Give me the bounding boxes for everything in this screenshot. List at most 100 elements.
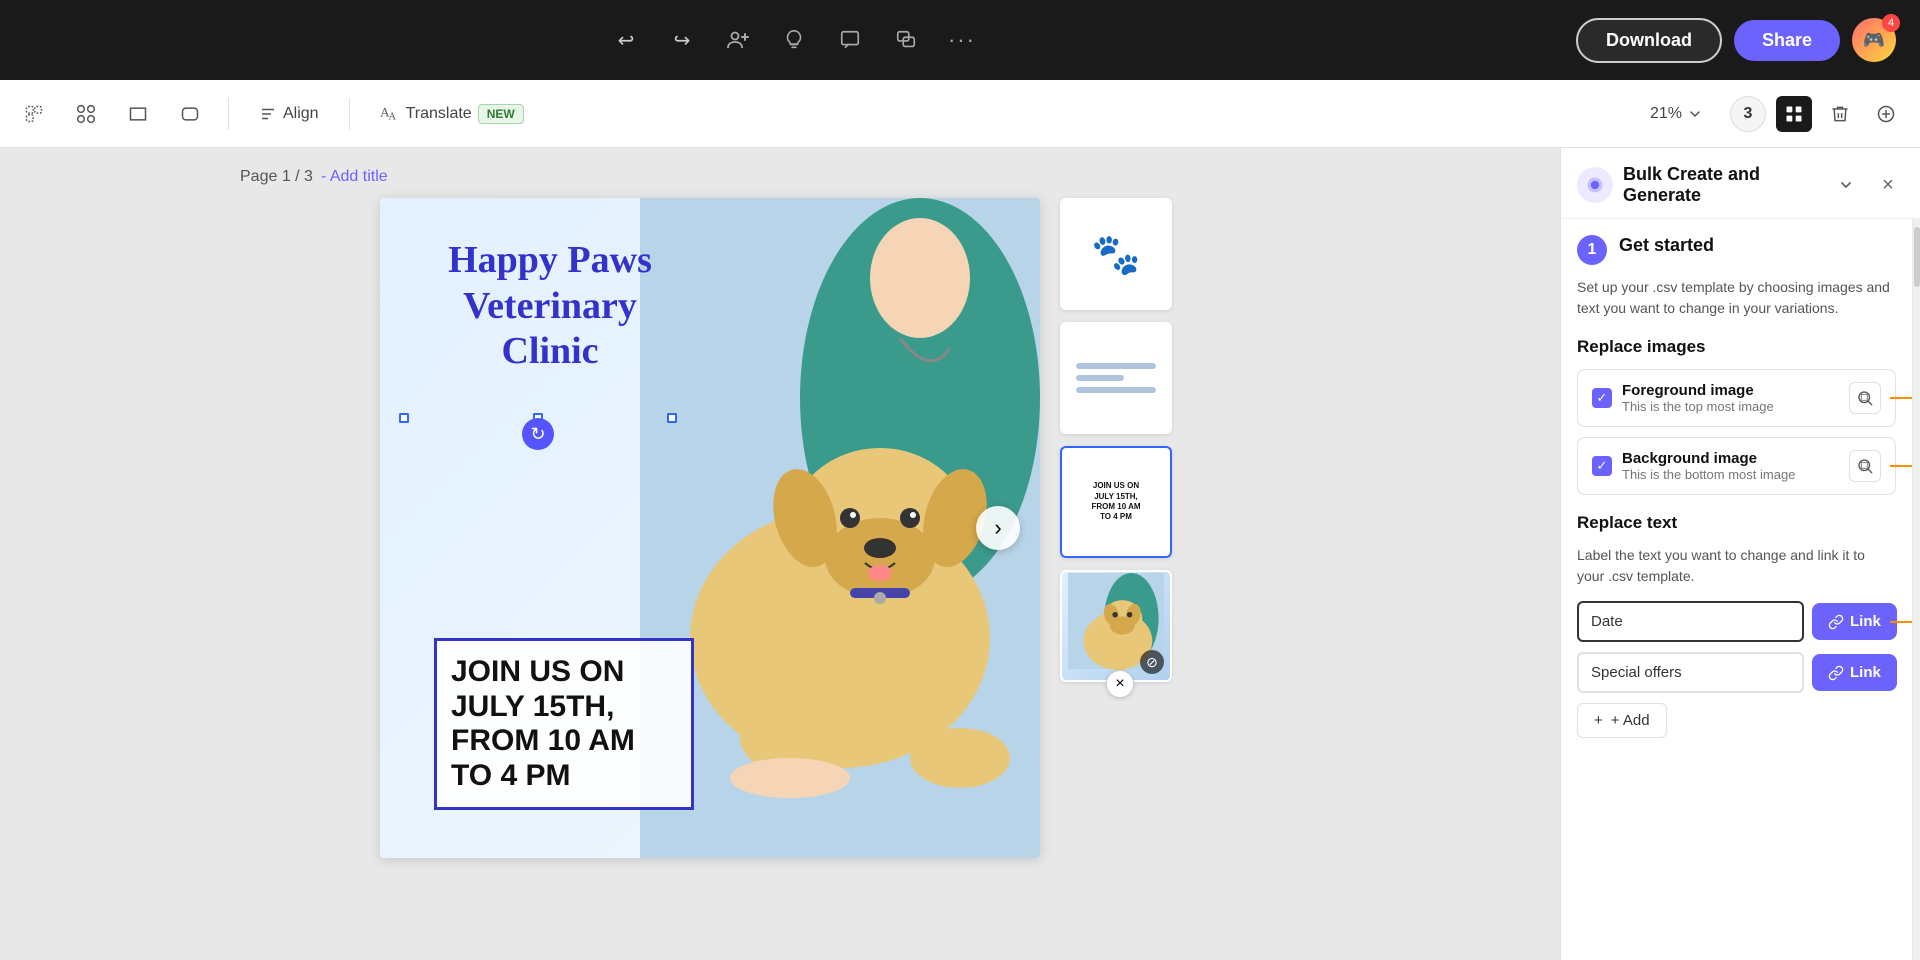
undo-button[interactable]: ↩	[606, 20, 646, 60]
select-icon	[24, 104, 44, 124]
thumb-line-2	[1076, 375, 1124, 381]
page-label: Page 1 / 3 - Add title	[240, 168, 388, 186]
step-header: 1 Get started	[1577, 235, 1896, 265]
background-row-wrapper: ✓ Background image This is the bottom mo…	[1577, 437, 1896, 495]
foreground-search-button[interactable]	[1849, 382, 1881, 414]
clinic-line3: Clinic	[410, 329, 690, 375]
special-offers-row: Link	[1577, 652, 1896, 693]
search-image-icon	[1856, 389, 1874, 407]
background-title: Background image	[1622, 450, 1839, 467]
thumb-mini-content: JOIN US ONJULY 15TH,FROM 10 AMTO 4 PM	[1087, 477, 1144, 527]
delete-button[interactable]	[1822, 96, 1858, 132]
thumbnail-sidebar: 🐾 JOIN US ONJULY 15TH,FROM 10 AMTO 4 PM	[1060, 198, 1180, 682]
align-button[interactable]: Align	[249, 99, 329, 129]
translate-button[interactable]: A A Translate NEW	[370, 98, 534, 130]
comment-button[interactable]	[830, 20, 870, 60]
thumbnail-3[interactable]: JOIN US ONJULY 15TH,FROM 10 AMTO 4 PM	[1060, 446, 1172, 558]
event-line4: TO 4 PM	[451, 759, 570, 792]
canvas-area: Page 1 / 3 - Add title	[0, 148, 1560, 960]
grid-view-button[interactable]	[1776, 96, 1812, 132]
align-label: Align	[283, 105, 319, 123]
translate-icon: A A	[380, 105, 400, 123]
select-tool-button[interactable]	[16, 96, 52, 132]
panel-title: Bulk Create and Generate	[1623, 164, 1820, 206]
comment-icon	[839, 29, 861, 51]
clinic-title: Happy Paws Veterinary Clinic	[410, 238, 690, 375]
thumbnail-1[interactable]: 🐾	[1060, 198, 1172, 310]
special-offers-input[interactable]	[1577, 652, 1804, 693]
step-title-block: Get started	[1619, 235, 1714, 256]
rotate-handle[interactable]: ↻	[522, 418, 554, 450]
thumbnail-2[interactable]	[1060, 322, 1172, 434]
arrow-a-line	[1890, 397, 1912, 399]
foreground-image-row: ✓ Foreground image This is the top most …	[1577, 369, 1896, 427]
annotation-a: A	[1890, 389, 1912, 407]
rounded-rect-icon	[180, 104, 200, 124]
replace-text-title: Replace text	[1577, 513, 1896, 533]
more-options-button[interactable]: ···	[942, 20, 982, 60]
handle-mr[interactable]	[667, 413, 677, 423]
download-button[interactable]: Download	[1576, 18, 1722, 63]
link-icon-2	[1828, 665, 1844, 681]
handle-ml[interactable]	[399, 413, 409, 423]
lightbulb-icon	[783, 29, 805, 51]
panel-scroll[interactable]: 1 Get started Set up your .csv template …	[1561, 219, 1912, 960]
event-line3: FROM 10 AM	[451, 724, 635, 757]
circle-elements-icon	[76, 104, 96, 124]
right-panel: Bulk Create and Generate × 1 Get started…	[1560, 148, 1920, 960]
background-search-button[interactable]	[1849, 450, 1881, 482]
add-title-text[interactable]: - Add title	[321, 168, 388, 186]
add-text-button[interactable]: + + Add	[1577, 703, 1667, 738]
arrow-c-line	[1890, 621, 1912, 623]
foreground-sub: This is the top most image	[1622, 399, 1839, 414]
toolbar: Align A A Translate NEW 21% 3	[0, 80, 1920, 148]
elements-button[interactable]	[68, 96, 104, 132]
zoom-control[interactable]: 21%	[1638, 99, 1714, 129]
panel-collapse-button[interactable]	[1830, 169, 1862, 201]
more-icon: ···	[948, 27, 976, 53]
add-page-button[interactable]	[1868, 96, 1904, 132]
foreground-title: Foreground image	[1622, 382, 1839, 399]
panel-header: Bulk Create and Generate ×	[1561, 148, 1920, 219]
background-checkbox[interactable]: ✓	[1592, 456, 1612, 476]
page-indicator[interactable]: 3	[1730, 96, 1766, 132]
clinic-line2: Veterinary	[410, 284, 690, 330]
main-canvas: Happy Paws Veterinary Clinic	[380, 198, 1040, 858]
date-input[interactable]	[1577, 601, 1804, 642]
undo-icon: ↩	[618, 28, 635, 53]
rect-tool-button[interactable]	[120, 96, 156, 132]
panel-close-button[interactable]: ×	[1872, 169, 1904, 201]
event-line2: JULY 15TH,	[451, 690, 614, 723]
chevron-down-panel-icon	[1838, 177, 1854, 193]
add-icon-text: +	[1594, 712, 1603, 729]
foreground-checkbox[interactable]: ✓	[1592, 388, 1612, 408]
event-line1: JOIN US ON	[451, 655, 624, 688]
panel-header-icon	[1577, 167, 1613, 203]
next-page-button[interactable]: ›	[976, 506, 1020, 550]
add-collaborator-button[interactable]	[718, 20, 758, 60]
clinic-line1: Happy Paws	[410, 238, 690, 284]
redo-button[interactable]: ↪	[662, 20, 702, 60]
divider-1	[228, 98, 229, 130]
avatar[interactable]: 🎮 4	[1852, 18, 1896, 62]
annotation-c: C	[1890, 613, 1912, 631]
thumbnail-4[interactable]: ⊘	[1060, 570, 1172, 682]
thumb-lines	[1076, 363, 1156, 393]
close-thumbnail-button[interactable]: ×	[1106, 670, 1134, 698]
idea-button[interactable]	[774, 20, 814, 60]
background-image-row: ✓ Background image This is the bottom mo…	[1577, 437, 1896, 495]
ban-icon: ⊘	[1140, 650, 1164, 674]
bulk-icon	[1585, 175, 1605, 195]
event-box: JOIN US ON JULY 15TH, FROM 10 AM TO 4 PM	[434, 638, 694, 810]
panel-scrollbar[interactable]	[1912, 219, 1920, 960]
page-num-label: 3	[1744, 105, 1753, 123]
paw-icon: 🐾	[1091, 231, 1141, 278]
chat-button[interactable]	[886, 20, 926, 60]
share-button[interactable]: Share	[1734, 20, 1840, 61]
add-label: + Add	[1609, 712, 1650, 729]
date-link-button[interactable]: Link	[1812, 603, 1897, 640]
add-icon	[1876, 104, 1896, 124]
special-offers-link-button[interactable]: Link	[1812, 654, 1897, 691]
roundrect-tool-button[interactable]	[172, 96, 208, 132]
translate-label: Translate	[406, 105, 472, 123]
